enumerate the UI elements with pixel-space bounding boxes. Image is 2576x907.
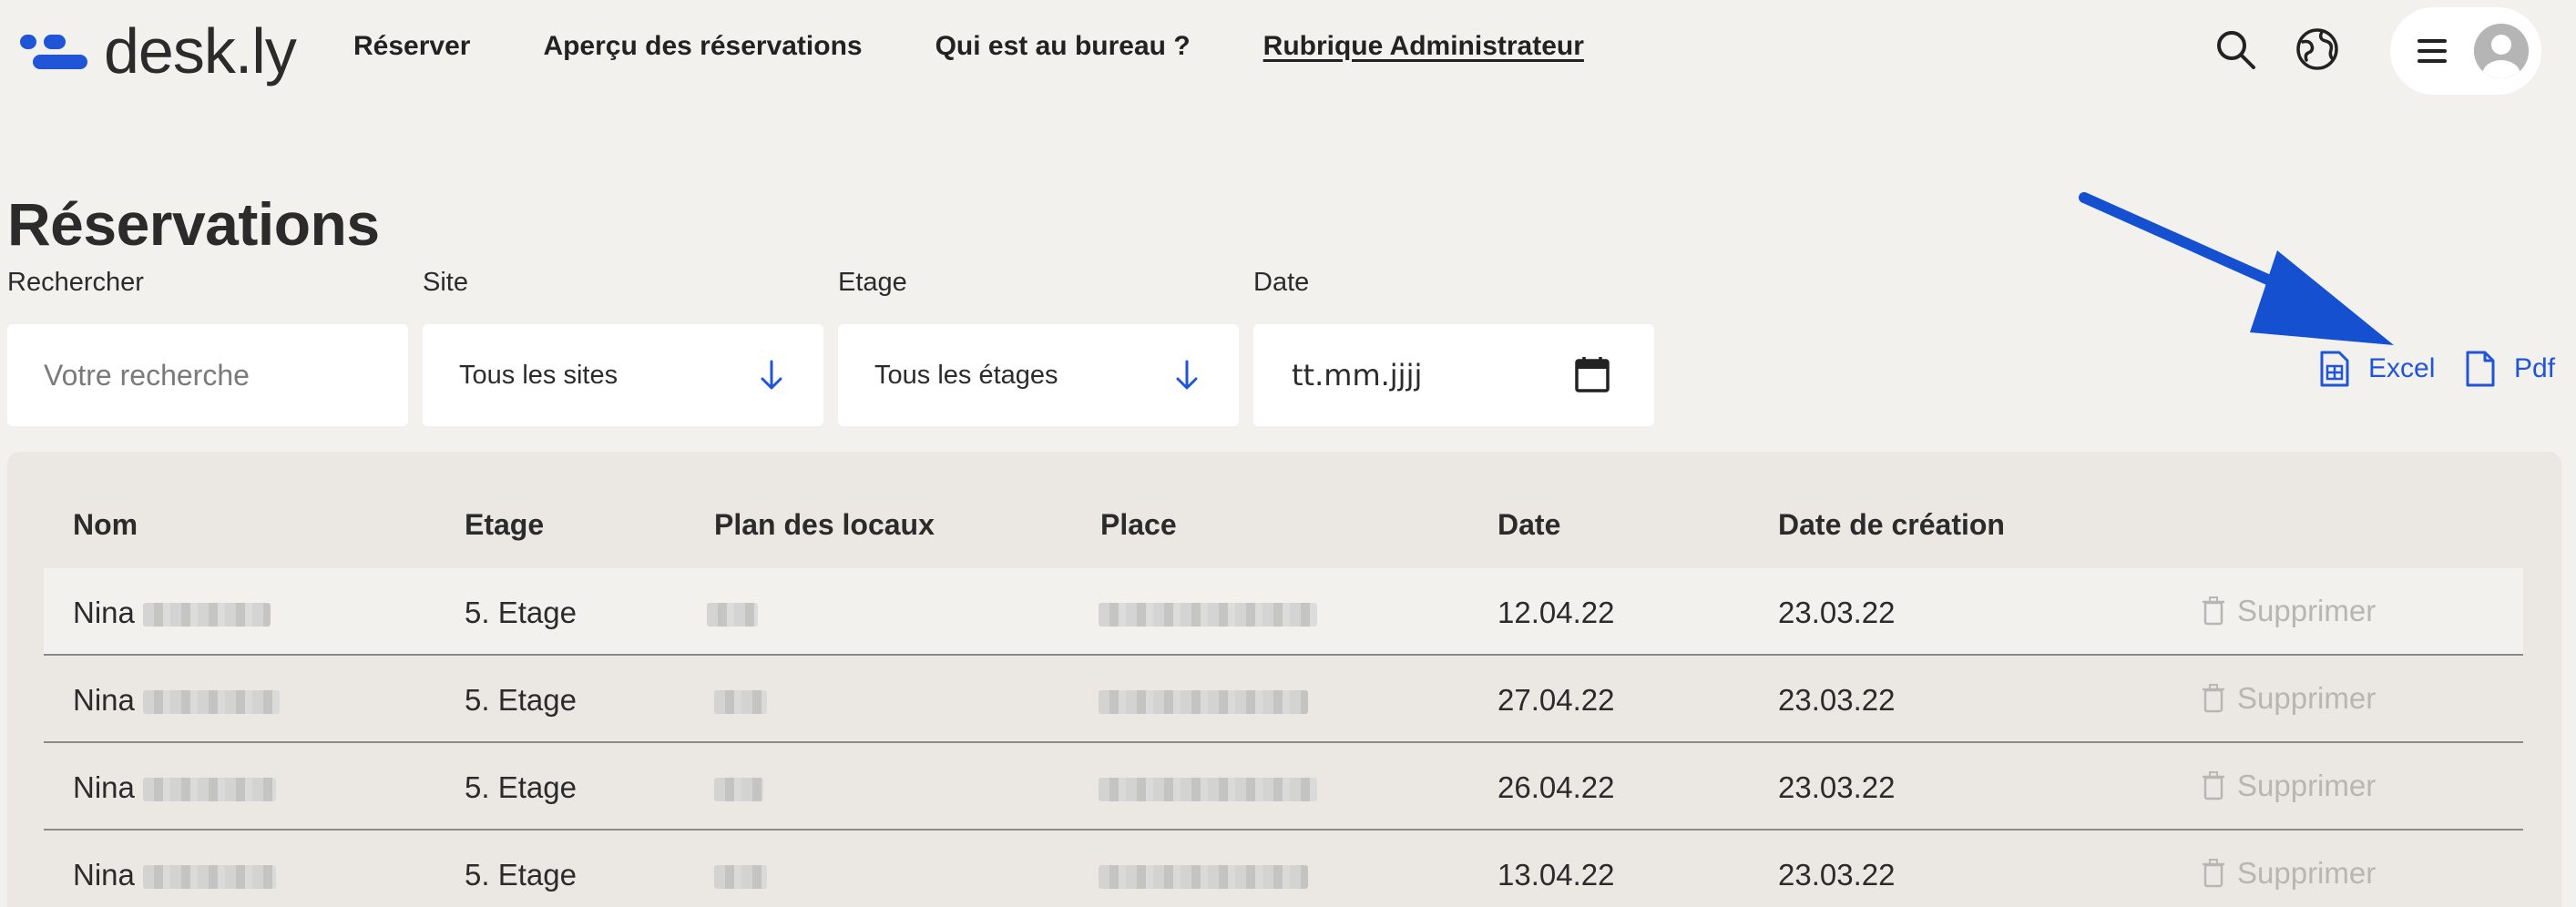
trash-icon — [2203, 859, 2224, 888]
row-name: Nina — [73, 770, 277, 805]
site-label: Site — [423, 268, 468, 297]
date-field[interactable] — [1253, 324, 1654, 426]
row-name: Nina — [73, 858, 277, 892]
row-date: 26.04.22 — [1498, 770, 1615, 804]
delete-label: Supprimer — [2237, 856, 2377, 890]
site-select-value: Tous les sites — [459, 360, 618, 390]
date-input[interactable] — [1292, 358, 1565, 392]
site-select[interactable]: Tous les sites — [423, 324, 823, 426]
top-header: desk.ly Réserver Aperçu des réservations… — [0, 0, 2576, 102]
row-plan — [714, 683, 767, 718]
row-created: 23.03.22 — [1778, 683, 1896, 717]
main-nav: Réserver Aperçu des réservations Qui est… — [353, 31, 1657, 62]
row-floor: 5. Etage — [465, 596, 577, 629]
delete-button[interactable]: Supprimer — [2203, 594, 2376, 628]
row-plan — [714, 858, 767, 892]
globe-icon — [2296, 28, 2338, 70]
table-row[interactable]: Nina 5. Etage 13.04.22 23.03.22 Supprime… — [44, 831, 2523, 907]
reservations-table: Nom Etage Plan des locaux Place Date Dat… — [7, 452, 2561, 907]
page-title: Réservations — [7, 190, 380, 258]
column-header-etage[interactable]: Etage — [465, 508, 544, 542]
arrow-down-icon — [761, 360, 782, 390]
row-date: 27.04.22 — [1498, 683, 1615, 717]
row-place — [1099, 683, 1308, 718]
search-icon — [2217, 31, 2255, 69]
row-created: 23.03.22 — [1778, 770, 1896, 804]
table-header: Nom Etage Plan des locaux Place Date Dat… — [7, 452, 2561, 570]
row-name: Nina — [73, 596, 271, 630]
date-label: Date — [1253, 268, 1310, 297]
trash-icon — [2203, 684, 2224, 713]
floor-label: Etage — [838, 268, 907, 297]
column-header-date-creation[interactable]: Date de création — [1778, 508, 2005, 542]
row-floor: 5. Etage — [465, 770, 577, 804]
avatar — [2474, 24, 2529, 78]
table-row[interactable]: Nina 5. Etage 12.04.22 23.03.22 Supprime… — [44, 568, 2523, 656]
trash-icon — [2203, 596, 2224, 626]
nav-item-qui-est-au-bureau[interactable]: Qui est au bureau ? — [935, 31, 1191, 62]
page: desk.ly Réserver Aperçu des réservations… — [0, 0, 2576, 907]
arrow-down-icon — [1176, 360, 1198, 390]
column-header-place[interactable]: Place — [1100, 508, 1177, 542]
logo-text: desk.ly — [104, 15, 297, 87]
floor-select-value: Tous les étages — [874, 360, 1058, 390]
export-pdf-label: Pdf — [2514, 353, 2556, 383]
row-plan — [714, 770, 763, 805]
user-menu-button[interactable] — [2390, 7, 2541, 95]
row-plan — [707, 596, 758, 630]
row-floor: 5. Etage — [465, 683, 577, 717]
document-icon — [2466, 351, 2495, 387]
floor-select[interactable]: Tous les étages — [838, 324, 1239, 426]
delete-label: Supprimer — [2237, 594, 2377, 627]
export-pdf-button[interactable]: Pdf — [2465, 350, 2555, 388]
row-date: 13.04.22 — [1498, 858, 1615, 892]
nav-item-admin[interactable]: Rubrique Administrateur — [1263, 31, 1584, 62]
column-header-date[interactable]: Date — [1498, 508, 1560, 542]
delete-label: Supprimer — [2237, 681, 2377, 715]
row-place — [1099, 596, 1317, 630]
logo-mark-icon — [20, 33, 91, 69]
delete-button[interactable]: Supprimer — [2203, 769, 2376, 803]
row-date: 12.04.22 — [1498, 596, 1615, 629]
logo[interactable]: desk.ly — [20, 7, 297, 95]
annotation-arrow-icon — [2079, 192, 2394, 345]
delete-button[interactable]: Supprimer — [2203, 681, 2376, 716]
table-row[interactable]: Nina 5. Etage 26.04.22 23.03.22 Supprime… — [44, 743, 2523, 831]
search-field[interactable]: Votre recherche — [7, 324, 408, 426]
nav-item-reserver[interactable]: Réserver — [353, 31, 470, 62]
search-label: Rechercher — [7, 268, 144, 297]
row-created: 23.03.22 — [1778, 858, 1896, 892]
search-input[interactable]: Votre recherche — [44, 359, 250, 392]
row-name: Nina — [73, 683, 281, 718]
language-button[interactable] — [2292, 24, 2343, 75]
delete-button[interactable]: Supprimer — [2203, 856, 2376, 891]
row-place — [1099, 858, 1308, 892]
row-place — [1099, 770, 1317, 805]
calendar-icon[interactable] — [1574, 355, 1610, 393]
nav-item-apercu[interactable]: Aperçu des réservations — [543, 31, 862, 62]
menu-icon — [2418, 39, 2447, 63]
column-header-plan[interactable]: Plan des locaux — [714, 508, 935, 542]
row-created: 23.03.22 — [1778, 596, 1896, 629]
column-header-nom[interactable]: Nom — [73, 508, 138, 542]
delete-label: Supprimer — [2237, 769, 2377, 802]
row-floor: 5. Etage — [465, 858, 577, 892]
search-button[interactable] — [2210, 24, 2261, 75]
trash-icon — [2203, 771, 2224, 800]
table-row[interactable]: Nina 5. Etage 27.04.22 23.03.22 Supprime… — [44, 656, 2523, 743]
